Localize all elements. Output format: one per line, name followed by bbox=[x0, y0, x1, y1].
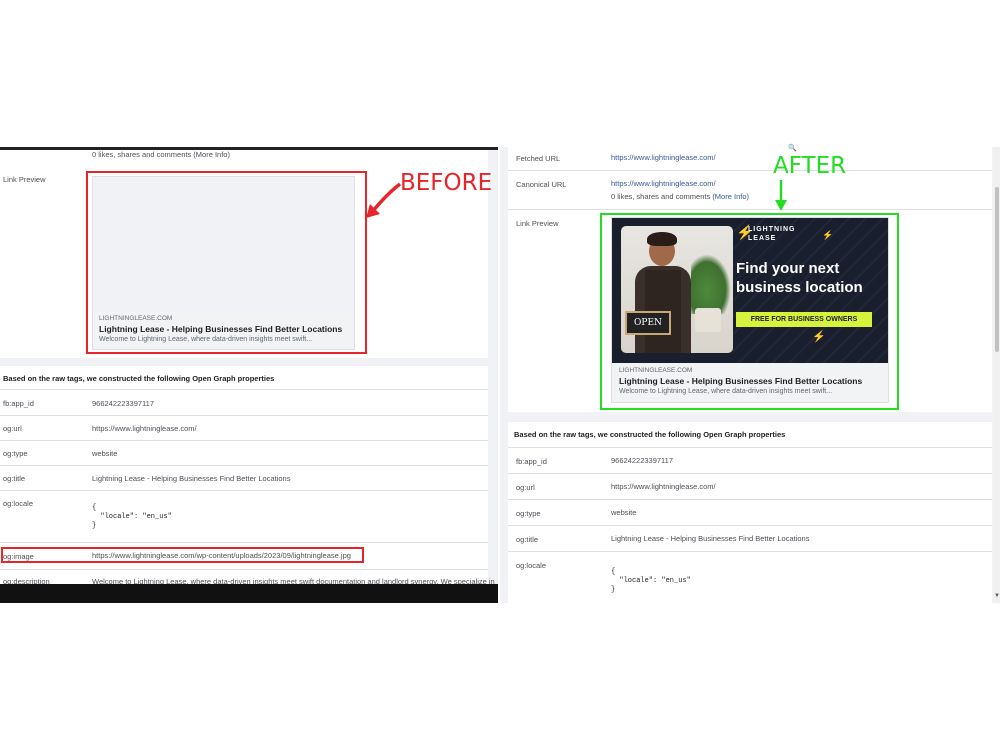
before-locale-line: } bbox=[92, 522, 97, 530]
before-row-key: fb:app_id bbox=[3, 399, 34, 408]
before-row-value: website bbox=[92, 449, 118, 458]
search-icon: 🔍 bbox=[788, 145, 797, 152]
scrollbar-track[interactable] bbox=[994, 147, 1000, 603]
after-engagement-count: 0 likes, shares and comments bbox=[611, 192, 711, 201]
before-og-header: Based on the raw tags, we constructed th… bbox=[3, 374, 275, 383]
after-screenshot: Fetched URL https://www.lightninglease.c… bbox=[500, 147, 1000, 603]
after-highlight-box bbox=[600, 213, 899, 410]
after-annotation-label: AFTER bbox=[773, 153, 847, 179]
after-canonical-url[interactable]: https://www.lightninglease.com/ bbox=[611, 179, 716, 188]
before-og-properties-card: Based on the raw tags, we constructed th… bbox=[0, 366, 495, 603]
after-row-key: og:type bbox=[516, 509, 541, 518]
before-image-highlight bbox=[1, 547, 364, 563]
after-row-value: 966242223397117 bbox=[611, 456, 674, 465]
after-row-key: fb:app_id bbox=[516, 457, 547, 466]
before-locale-line: { bbox=[92, 504, 97, 512]
before-engagement-text: 0 likes, shares and comments (More Info) bbox=[92, 150, 230, 159]
before-arrow-icon bbox=[366, 182, 402, 218]
after-locale-line: { bbox=[611, 568, 616, 576]
after-link-preview-card: Fetched URL https://www.lightninglease.c… bbox=[508, 147, 992, 412]
after-og-header: Based on the raw tags, we constructed th… bbox=[514, 430, 786, 439]
after-row-key: og:title bbox=[516, 535, 539, 544]
after-link-preview-label: Link Preview bbox=[516, 219, 559, 228]
before-row-value: https://www.lightninglease.com/ bbox=[92, 424, 197, 433]
before-row-key: og:title bbox=[3, 474, 26, 483]
after-engagement-text: 0 likes, shares and comments (More Info) bbox=[611, 192, 749, 201]
after-fetched-url[interactable]: https://www.lightninglease.com/ bbox=[611, 153, 716, 162]
before-screenshot: 0 likes, shares and comments (More Info)… bbox=[0, 147, 498, 603]
before-locale-line: "locale": "en_us" bbox=[92, 513, 172, 521]
before-annotation-label: BEFORE bbox=[400, 170, 493, 196]
before-top-bar bbox=[0, 147, 498, 150]
scroll-down-arrow-icon[interactable]: ▼ bbox=[994, 593, 1000, 599]
after-og-properties-card: Based on the raw tags, we constructed th… bbox=[508, 422, 992, 603]
after-canonical-url-label: Canonical URL bbox=[516, 180, 567, 189]
after-fetched-url-label: Fetched URL bbox=[516, 154, 561, 163]
after-row-value: https://www.lightninglease.com/ bbox=[611, 482, 716, 491]
before-locale-key: og:locale bbox=[3, 499, 34, 508]
after-arrow-icon bbox=[775, 180, 787, 211]
after-locale-line: "locale": "en_us" bbox=[611, 577, 691, 585]
after-locale-key: og:locale bbox=[516, 561, 547, 570]
after-row-value: Lightning Lease - Helping Businesses Fin… bbox=[611, 534, 810, 543]
after-more-info-link[interactable]: (More Info) bbox=[712, 192, 749, 201]
before-row-key: og:url bbox=[3, 424, 22, 433]
scrollbar-thumb[interactable] bbox=[995, 187, 999, 352]
before-row-key: og:type bbox=[3, 449, 28, 458]
before-link-preview-label: Link Preview bbox=[3, 175, 46, 184]
after-row-key: og:url bbox=[516, 483, 535, 492]
before-row-value: 966242223397117 bbox=[92, 399, 155, 408]
after-row-value: website bbox=[611, 508, 637, 517]
before-bottom-bar bbox=[0, 584, 498, 603]
after-locale-line: } bbox=[611, 586, 616, 594]
before-highlight-box bbox=[86, 171, 367, 354]
before-row-value: Lightning Lease - Helping Businesses Fin… bbox=[92, 474, 291, 483]
